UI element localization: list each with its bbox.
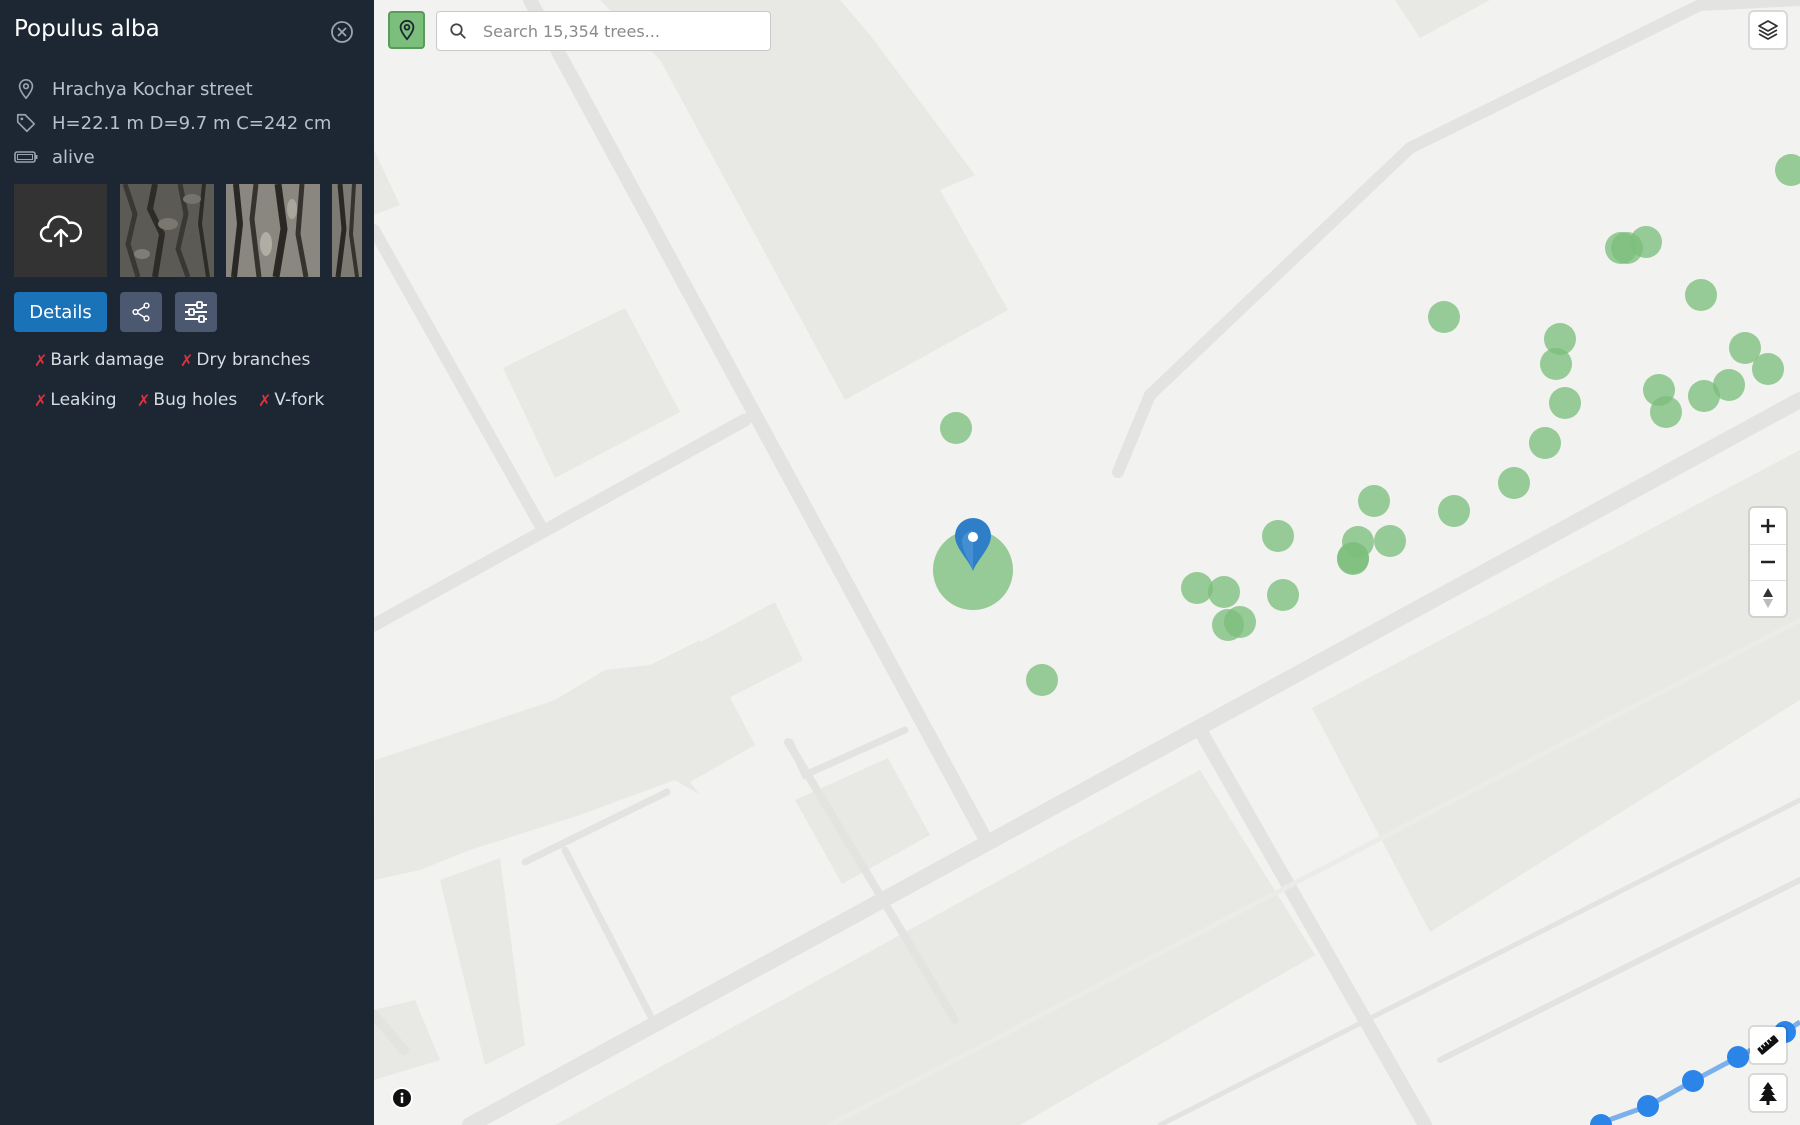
tag-bug-holes[interactable]: ✗ Bug holes	[137, 390, 237, 410]
location-pin-icon	[14, 77, 38, 101]
layers-button[interactable]	[1750, 12, 1786, 48]
tree-details-panel: Populus alba Hrachya Kochar street H=22.…	[0, 0, 374, 1125]
info-icon	[393, 1089, 411, 1107]
cross-icon: ✗	[180, 350, 194, 370]
compass-icon	[1763, 588, 1773, 608]
compass-button[interactable]	[1750, 580, 1786, 616]
plus-icon	[1761, 519, 1775, 533]
cross-icon: ✗	[34, 390, 48, 410]
measurements-text: H=22.1 m D=9.7 m C=242 cm	[52, 112, 332, 134]
layers-icon	[1758, 20, 1778, 40]
geolocate-button[interactable]	[388, 11, 425, 49]
tree-species-title: Populus alba	[14, 16, 160, 42]
zoom-in-button[interactable]	[1750, 508, 1786, 544]
share-button[interactable]	[120, 292, 162, 332]
tag-label: Leaking	[50, 390, 117, 410]
measure-button[interactable]	[1750, 1027, 1786, 1063]
search-icon	[449, 20, 471, 42]
zoom-controls	[1750, 508, 1786, 616]
tag-leaking[interactable]: ✗ Leaking	[34, 390, 117, 410]
status-row: alive	[14, 144, 95, 170]
tag-bark-damage[interactable]: ✗ Bark damage	[34, 350, 164, 370]
attribution-button[interactable]	[391, 1087, 413, 1109]
share-icon	[132, 302, 150, 322]
address-row: Hrachya Kochar street	[14, 76, 253, 102]
battery-icon	[14, 145, 38, 169]
cloud-upload-icon	[39, 214, 82, 247]
map-basemap	[374, 0, 1800, 1125]
cross-icon: ✗	[258, 390, 272, 410]
search-input[interactable]	[481, 20, 765, 42]
details-button[interactable]: Details	[14, 292, 107, 332]
close-circle-icon	[331, 21, 353, 43]
tag-dry-branches[interactable]: ✗ Dry branches	[180, 350, 310, 370]
tag-label: V-fork	[274, 390, 325, 410]
bark-photo-1[interactable]	[120, 184, 214, 277]
measurements-row: H=22.1 m D=9.7 m C=242 cm	[14, 110, 331, 136]
add-tree-button[interactable]	[1750, 1075, 1786, 1111]
tag-label: Bark damage	[50, 350, 165, 370]
status-text: alive	[52, 146, 95, 168]
tag-icon	[14, 111, 38, 135]
minus-icon	[1761, 560, 1775, 564]
ruler-icon	[1757, 1035, 1779, 1055]
sliders-icon	[185, 301, 207, 323]
cross-icon: ✗	[34, 350, 48, 370]
bark-photo-3[interactable]	[332, 184, 362, 277]
tag-label: Bug holes	[153, 390, 238, 410]
upload-photo-button[interactable]	[14, 184, 107, 277]
zoom-out-button[interactable]	[1750, 544, 1786, 580]
tree-icon	[1759, 1082, 1777, 1105]
bark-photo-2[interactable]	[226, 184, 320, 277]
tag-label: Dry branches	[196, 350, 311, 370]
address-text: Hrachya Kochar street	[52, 78, 253, 100]
photo-strip	[14, 184, 362, 277]
tag-v-fork[interactable]: ✗ V-fork	[258, 390, 324, 410]
settings-button[interactable]	[175, 292, 217, 332]
search-bar	[436, 11, 771, 51]
cross-icon: ✗	[137, 390, 151, 410]
map-pin-icon	[399, 19, 414, 41]
map-canvas[interactable]	[374, 0, 1800, 1125]
close-panel-button[interactable]	[330, 20, 354, 44]
